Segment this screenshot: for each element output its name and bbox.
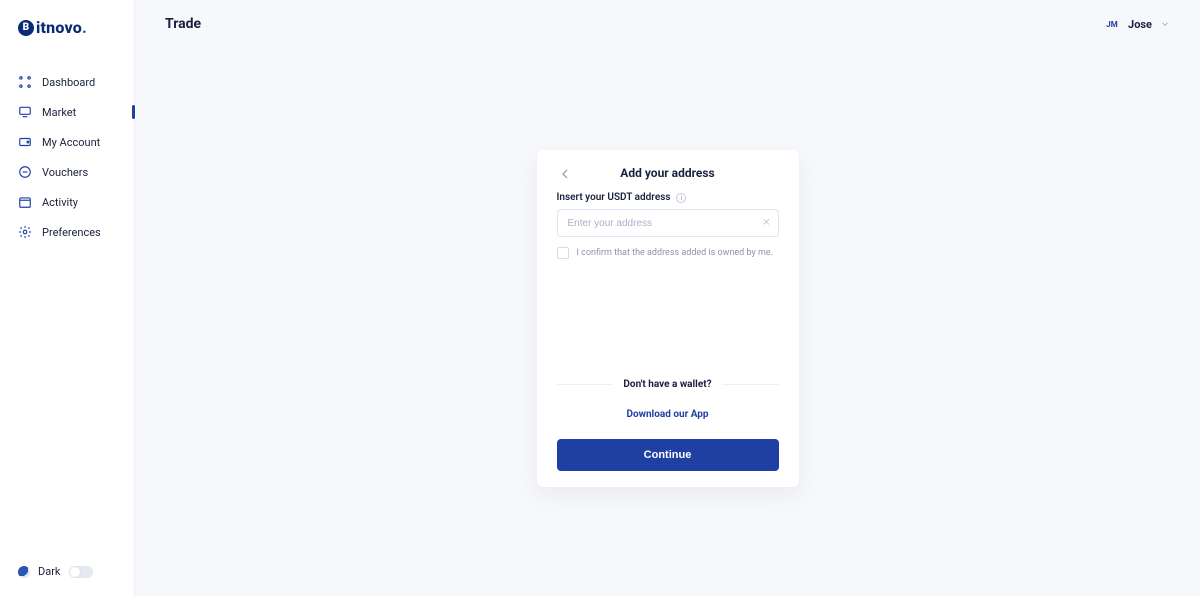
voucher-icon [18, 165, 32, 179]
main: Add your address Insert your USDT addres… [135, 48, 1200, 596]
download-app-link[interactable]: Download our App [626, 409, 708, 420]
avatar: JM [1104, 16, 1120, 32]
sidebar-item-label: My Account [42, 136, 100, 149]
card-title: Add your address [620, 166, 714, 180]
page-title: Trade [165, 16, 201, 32]
wallet-icon [18, 135, 32, 149]
info-icon[interactable]: i [676, 193, 686, 203]
logo-mark-icon: B [18, 20, 34, 36]
sidebar-item-vouchers[interactable]: Vouchers [0, 157, 134, 187]
address-input-wrap: ✕ [557, 209, 779, 237]
gear-icon [18, 225, 32, 239]
address-label-row: Insert your USDT address i [557, 192, 779, 203]
topbar: Trade JM Jose [135, 0, 1200, 48]
no-wallet-row: Don't have a wallet? [557, 379, 779, 390]
back-button[interactable] [557, 166, 573, 182]
user-menu[interactable]: JM Jose [1104, 16, 1170, 32]
sidebar-item-label: Market [42, 106, 76, 119]
moon-icon [18, 566, 30, 578]
sidebar-item-label: Vouchers [42, 166, 88, 179]
market-icon [18, 105, 32, 119]
confirm-label: I confirm that the address added is owne… [577, 248, 774, 258]
divider-right [722, 384, 779, 385]
download-row: Download our App [557, 402, 779, 421]
dark-mode-toggle[interactable] [69, 566, 93, 578]
sidebar-item-label: Preferences [42, 226, 101, 239]
sidebar-item-my-account[interactable]: My Account [0, 127, 134, 157]
clear-icon[interactable]: ✕ [762, 218, 770, 229]
divider-left [557, 384, 614, 385]
sidebar-item-label: Dashboard [42, 76, 95, 89]
card-header: Add your address [557, 166, 779, 180]
logo[interactable]: Bitnovo. [0, 0, 134, 43]
chevron-down-icon [1160, 19, 1170, 29]
no-wallet-text: Don't have a wallet? [623, 379, 711, 390]
logo-text: itnovo [36, 18, 82, 37]
logo-dot: . [82, 18, 87, 37]
dashboard-icon [18, 75, 32, 89]
user-name: Jose [1128, 18, 1152, 31]
sidebar-item-activity[interactable]: Activity [0, 187, 134, 217]
sidebar-item-preferences[interactable]: Preferences [0, 217, 134, 247]
address-label: Insert your USDT address [557, 192, 671, 203]
calendar-icon [18, 195, 32, 209]
address-input[interactable] [557, 209, 779, 237]
sidebar: Bitnovo. Dashboard Market My Account [0, 0, 135, 596]
continue-button[interactable]: Continue [557, 439, 779, 471]
dark-mode-row: Dark [0, 565, 134, 578]
sidebar-item-label: Activity [42, 196, 78, 209]
sidebar-item-market[interactable]: Market [0, 97, 134, 127]
confirm-checkbox[interactable] [557, 247, 569, 259]
dark-mode-label: Dark [38, 565, 61, 578]
sidebar-item-dashboard[interactable]: Dashboard [0, 67, 134, 97]
confirm-row: I confirm that the address added is owne… [557, 247, 779, 259]
add-address-card: Add your address Insert your USDT addres… [537, 150, 799, 487]
sidebar-nav: Dashboard Market My Account Vouchers Act… [0, 67, 134, 247]
